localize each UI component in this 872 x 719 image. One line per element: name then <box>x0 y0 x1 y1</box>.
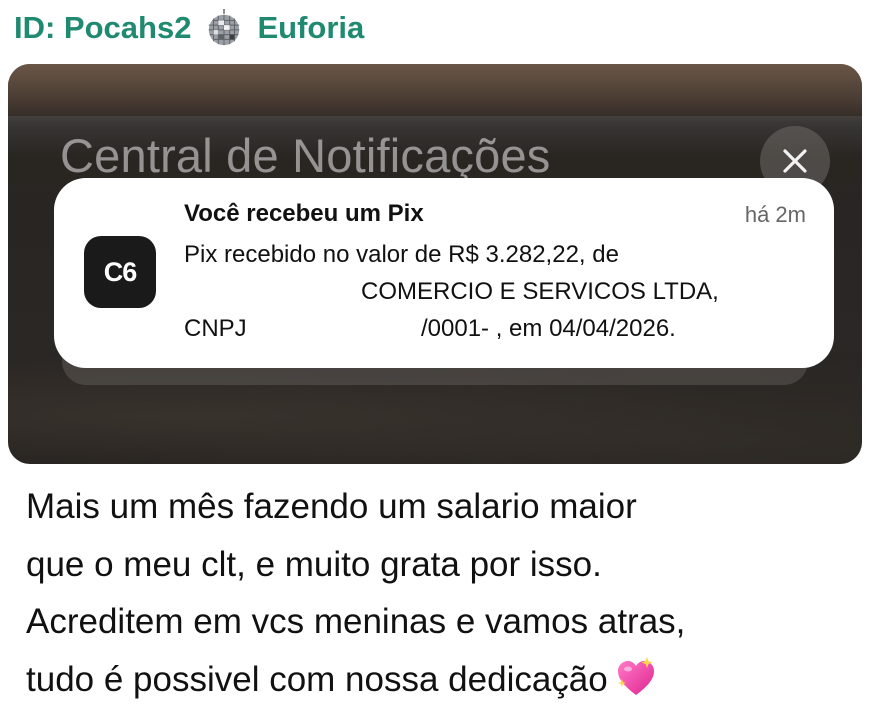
caption-line-1: Mais um mês fazendo um salario maior <box>26 487 637 526</box>
caption-line-4-wrap: tudo é possivel com nossa dedicação <box>26 651 856 709</box>
sender-header[interactable]: ID: Pocahs2 Euforia <box>14 8 364 48</box>
message-caption[interactable]: Mais um mês fazendo um salario maior que… <box>26 478 856 708</box>
notification-body-line-3: CNPJ/0001- , em 04/04/2026. <box>184 310 804 347</box>
notification-title: Você recebeu um Pix <box>184 200 424 227</box>
sender-id[interactable]: ID: Pocahs2 <box>14 10 191 46</box>
sender-name[interactable]: Euforia <box>257 10 364 46</box>
close-icon <box>783 149 807 173</box>
cnpj-label: CNPJ <box>184 315 247 342</box>
disco-ball-icon <box>209 9 240 46</box>
notification-center-title: Central de Notificações <box>60 129 551 182</box>
notification-body: Pix recebido no valor de R$ 3.282,22, de… <box>184 236 804 347</box>
notification-body-line-1: Pix recebido no valor de R$ 3.282,22, de <box>184 241 619 268</box>
caption-line-2: que o meu clt, e muito grata por isso. <box>26 544 602 584</box>
c6-bank-app-icon: C6 <box>84 236 156 308</box>
cnpj-rest: /0001- , em 04/04/2026. <box>421 315 676 342</box>
message-bubble: ID: Pocahs2 Euforia Central de Notificaç… <box>0 0 872 719</box>
notification-time: há 2m <box>744 202 806 227</box>
pix-notification-card: C6 Você recebeu um Pix há 2m Pix recebid… <box>54 178 834 368</box>
background-sky <box>8 64 862 122</box>
caption-line-4: tudo é possivel com nossa dedicação <box>26 659 608 699</box>
caption-line-3: Acreditem em vcs meninas e vamos atras, <box>26 602 686 641</box>
sparkling-heart-icon <box>617 656 654 695</box>
notification-body-line-2: COMERCIO E SERVICOS LTDA, <box>361 278 719 305</box>
